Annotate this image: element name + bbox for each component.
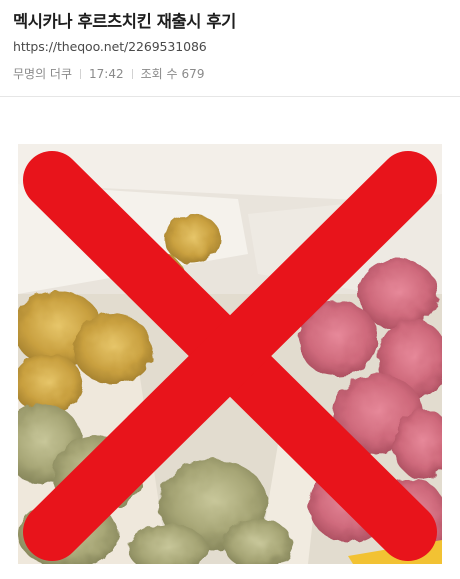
post-time: 17:42: [89, 66, 124, 81]
post-image[interactable]: [18, 144, 442, 564]
post-url-link[interactable]: https://theqoo.net/2269531086: [13, 39, 207, 54]
header-divider: [0, 96, 460, 97]
meta-separator: [131, 68, 133, 79]
post-header: 멕시카나 후르츠치킨 재출시 후기 https://theqoo.net/226…: [0, 0, 460, 96]
views-label: 조회 수: [140, 67, 178, 81]
views-count: 679: [181, 66, 205, 81]
post-title: 멕시카나 후르츠치킨 재출시 후기: [13, 12, 236, 31]
post-meta: 무명의 더쿠 17:42 조회 수 679: [13, 65, 204, 82]
author-name[interactable]: 무명의 더쿠: [13, 65, 72, 82]
meta-separator: [80, 68, 82, 79]
